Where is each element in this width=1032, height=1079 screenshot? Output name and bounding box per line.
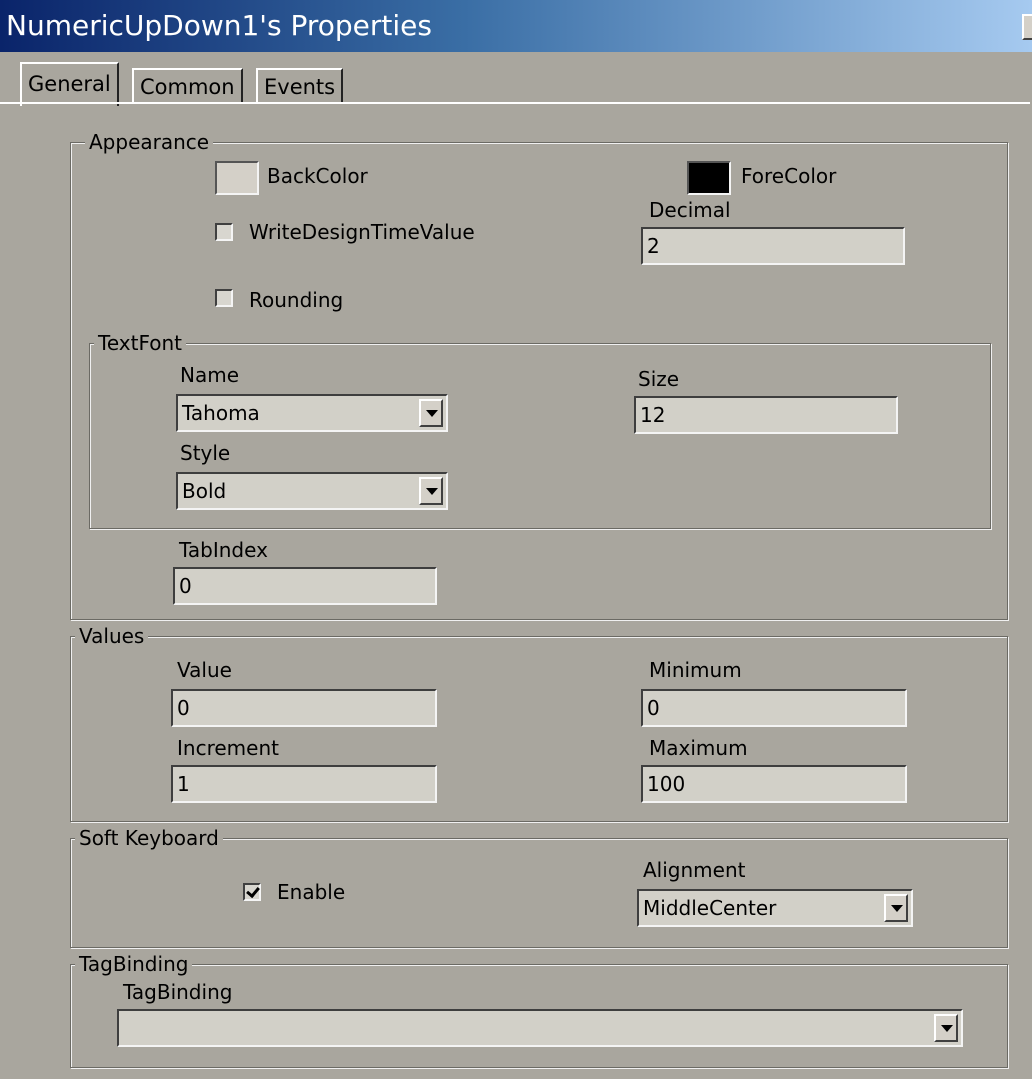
appearance-legend: Appearance	[85, 129, 214, 155]
enable-checkbox[interactable]	[243, 883, 261, 901]
enable-label: Enable	[277, 880, 346, 904]
alignment-label: Alignment	[643, 858, 746, 882]
general-tab-page: Appearance BackColor ForeColor WriteDesi…	[0, 102, 1030, 1076]
window-control-button[interactable]	[1022, 14, 1032, 40]
font-style-combobox[interactable]: Bold	[176, 472, 448, 510]
alignment-combobox[interactable]: MiddleCenter	[637, 889, 913, 927]
font-name-label: Name	[180, 363, 240, 387]
window-title: NumericUpDown1's Properties	[6, 9, 432, 42]
font-size-label: Size	[638, 367, 680, 391]
font-name-combobox[interactable]: Tahoma	[176, 394, 448, 432]
increment-field[interactable]	[171, 765, 437, 803]
forecolor-label: ForeColor	[741, 164, 837, 188]
tagbinding-legend: TagBinding	[75, 951, 193, 977]
minimum-label: Minimum	[649, 658, 742, 682]
write-design-time-value-checkbox[interactable]	[215, 223, 233, 241]
chevron-down-icon[interactable]	[884, 894, 908, 922]
tabindex-field[interactable]	[173, 567, 437, 605]
chevron-down-icon[interactable]	[934, 1014, 958, 1042]
title-bar: NumericUpDown1's Properties	[0, 0, 1032, 52]
minimum-field[interactable]	[641, 689, 907, 727]
chevron-down-icon[interactable]	[419, 399, 443, 427]
font-name-value: Tahoma	[182, 401, 260, 425]
font-size-field[interactable]	[634, 396, 898, 434]
textfont-legend: TextFont	[94, 330, 186, 356]
font-style-label: Style	[180, 441, 231, 465]
font-style-value: Bold	[182, 479, 227, 503]
tagbinding-combobox[interactable]	[117, 1009, 963, 1047]
tab-common[interactable]: Common	[132, 68, 243, 104]
forecolor-swatch[interactable]	[687, 161, 731, 195]
backcolor-swatch[interactable]	[215, 161, 259, 195]
soft-keyboard-group: Soft Keyboard Enable Alignment MiddleCen…	[70, 825, 1008, 948]
alignment-value: MiddleCenter	[643, 896, 777, 920]
increment-label: Increment	[177, 736, 279, 760]
chevron-down-icon[interactable]	[419, 477, 443, 505]
decimal-label: Decimal	[649, 198, 731, 222]
tagbinding-group: TagBinding TagBinding	[70, 951, 1008, 1068]
backcolor-label: BackColor	[267, 164, 368, 188]
value-label: Value	[177, 658, 232, 682]
tab-general[interactable]: General	[20, 62, 119, 106]
write-design-time-value-label: WriteDesignTimeValue	[249, 220, 475, 244]
decimal-field[interactable]	[641, 227, 905, 265]
maximum-label: Maximum	[649, 736, 748, 760]
appearance-group: Appearance BackColor ForeColor WriteDesi…	[70, 129, 1008, 620]
values-group: Values Value Minimum Increment Maximum	[70, 623, 1008, 822]
values-legend: Values	[75, 623, 149, 649]
rounding-checkbox[interactable]	[215, 289, 233, 307]
textfont-group: TextFont Name Tahoma Size Style Bold	[89, 330, 991, 529]
rounding-label: Rounding	[249, 288, 344, 312]
tagbinding-label: TagBinding	[123, 980, 233, 1004]
soft-keyboard-legend: Soft Keyboard	[75, 825, 223, 851]
properties-dialog: General Common Events Appearance BackCol…	[0, 52, 1032, 1079]
value-field[interactable]	[171, 689, 437, 727]
maximum-field[interactable]	[641, 765, 907, 803]
tabindex-label: TabIndex	[179, 538, 268, 562]
tab-events[interactable]: Events	[256, 68, 344, 104]
